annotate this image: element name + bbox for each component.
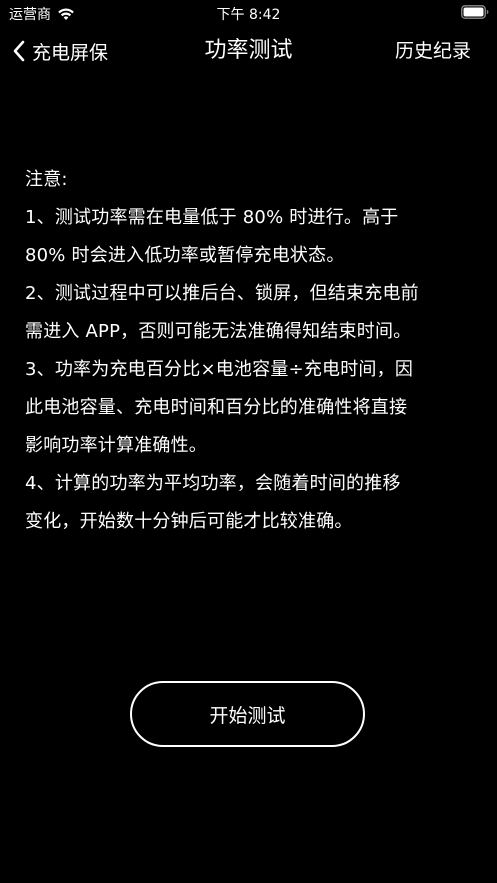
start-test-button[interactable]: 开始测试	[130, 681, 365, 747]
status-bar: 运营商 下午 8:42	[0, 0, 497, 26]
notes-line: 80% 时会进入低功率或暂停充电状态。	[25, 245, 345, 266]
notes-heading: 注意:	[25, 169, 68, 190]
notes-line: 影响功率计算准确性。	[25, 435, 207, 456]
notes-line: 3、功率为充电百分比×电池容量÷充电时间，因	[25, 359, 414, 380]
battery-icon	[461, 5, 489, 19]
start-test-label: 开始测试	[209, 704, 286, 727]
navigation-bar: 充电屏保 功率测试 历史纪录	[0, 26, 497, 76]
notes-line: 此电池容量、充电时间和百分比的准确性将直接	[25, 397, 408, 418]
notes-line: 变化，开始数十分钟后可能才比较准确。	[25, 511, 353, 532]
notes-line: 2、测试过程中可以推后台、锁屏，但结束充电前	[25, 283, 419, 304]
notes-section: 注意: 1、测试功率需在电量低于 80% 时进行。高于 80% 时会进入低功率或…	[25, 161, 465, 541]
notes-line: 1、测试功率需在电量低于 80% 时进行。高于	[25, 207, 399, 228]
notes-line: 4、计算的功率为平均功率，会随着时间的推移	[25, 473, 401, 494]
notes-line: 需进入 APP，否则可能无法准确得知结束时间。	[25, 321, 412, 342]
history-button[interactable]: 历史纪录	[395, 36, 471, 66]
status-time: 下午 8:42	[216, 7, 281, 23]
